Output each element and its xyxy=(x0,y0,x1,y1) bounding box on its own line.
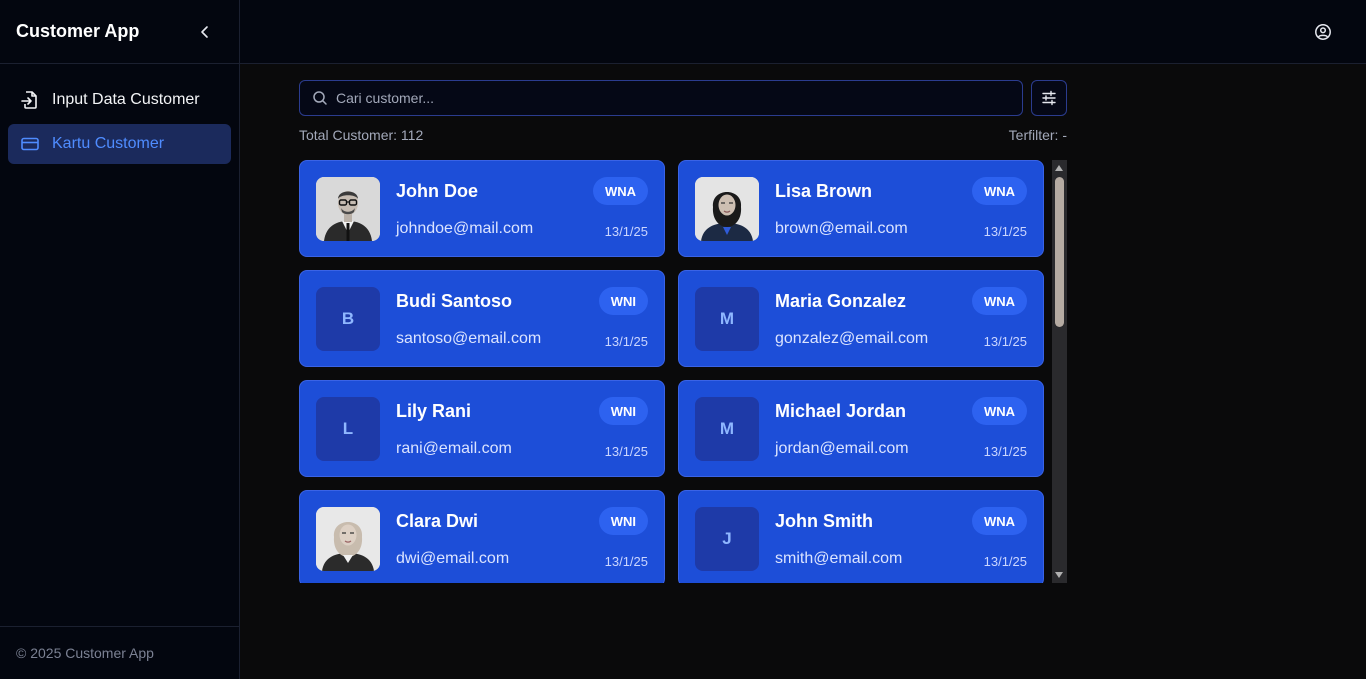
sidebar-item-kartu-customer[interactable]: Kartu Customer xyxy=(8,124,231,164)
chevron-left-icon xyxy=(201,25,208,38)
scroll-down-arrow-icon[interactable] xyxy=(1055,572,1063,578)
filtered-count: Terfilter: - xyxy=(1008,127,1067,143)
customer-name: Maria Gonzalez xyxy=(775,291,907,311)
customer-name: John Doe xyxy=(396,181,479,201)
customer-card[interactable]: Lisa Brown brown@email.com WNA 13/1/25 xyxy=(678,160,1044,257)
citizenship-badge: WNA xyxy=(592,177,648,205)
customer-name: Budi Santoso xyxy=(396,291,512,311)
customer-card[interactable]: M Michael Jordan jordan@email.com WNA 13/1/2… xyxy=(678,380,1044,477)
customer-email: jordan@email.com xyxy=(775,440,909,457)
filter-button[interactable] xyxy=(1031,80,1067,116)
citizenship-badge: WNI xyxy=(598,397,648,425)
citizenship-badge: WNA xyxy=(971,397,1027,425)
sidebar-nav: Input Data Customer Kartu Customer xyxy=(0,64,239,184)
credit-card-icon xyxy=(20,134,40,154)
scrollbar-thumb[interactable] xyxy=(1055,177,1064,327)
sidebar-item-label: Kartu Customer xyxy=(52,135,165,152)
customer-card[interactable]: J John Smith smith@email.com WNA 13/1/25 xyxy=(678,490,1044,583)
customer-card[interactable]: M Maria Gonzalez gonzalez@email.com WNA 13/1… xyxy=(678,270,1044,367)
customer-card[interactable]: John Doe johndoe@mail.com WNA 13/1/25 xyxy=(299,160,665,257)
customer-cards-grid: John Doe johndoe@mail.com WNA 13/1/25 Lisa B… xyxy=(299,160,1045,583)
sidebar-item-label: Input Data Customer xyxy=(52,91,200,108)
sidebar-item-input-data-customer[interactable]: Input Data Customer xyxy=(8,80,231,120)
citizenship-badge: WNA xyxy=(971,507,1027,535)
customer-card[interactable]: Clara Dwi dwi@email.com WNI 13/1/25 xyxy=(299,490,665,583)
customer-email: santoso@email.com xyxy=(396,330,542,347)
file-import-icon xyxy=(20,90,40,110)
avatar: L xyxy=(316,397,380,461)
customer-email: dwi@email.com xyxy=(396,550,510,567)
citizenship-badge: WNI xyxy=(598,507,648,535)
customer-email: gonzalez@email.com xyxy=(775,330,929,347)
search-input[interactable] xyxy=(336,90,1022,106)
customer-card[interactable]: L Lily Rani rani@email.com WNI 13/1/25 xyxy=(299,380,665,477)
customer-date: 13/1/25 xyxy=(983,334,1027,349)
citizenship-badge: WNA xyxy=(971,287,1027,315)
app-title: Customer App xyxy=(16,21,140,41)
customer-email: rani@email.com xyxy=(396,440,512,457)
main-content: Total Customer: 112 Terfilter: - John Do… xyxy=(240,64,1366,679)
customer-name: Clara Dwi xyxy=(396,511,479,531)
customer-date: 13/1/25 xyxy=(983,554,1027,569)
sliders-icon xyxy=(1042,90,1056,106)
customer-name: Michael Jordan xyxy=(775,401,907,421)
avatar: M xyxy=(695,287,759,351)
app-root: Customer App Input Data Customer Kartu C… xyxy=(0,0,1366,679)
topbar xyxy=(240,0,1366,64)
customer-email: brown@email.com xyxy=(775,220,908,237)
avatar xyxy=(316,507,380,571)
customer-date: 13/1/25 xyxy=(604,554,648,569)
customer-date: 13/1/25 xyxy=(983,224,1027,239)
customer-date: 13/1/25 xyxy=(983,444,1027,459)
customer-card[interactable]: B Budi Santoso santoso@email.com WNI 13/1/25 xyxy=(299,270,665,367)
customer-photo xyxy=(695,177,759,241)
search-icon xyxy=(313,91,327,105)
customer-photo xyxy=(316,177,380,241)
customer-photo xyxy=(316,507,380,571)
cards-scrollbar[interactable] xyxy=(1052,160,1067,583)
citizenship-badge: WNI xyxy=(598,287,648,315)
scroll-up-arrow-icon[interactable] xyxy=(1055,165,1063,171)
customer-email: smith@email.com xyxy=(775,550,903,567)
sidebar-footer: © 2025 Customer App xyxy=(0,626,239,679)
sidebar: Customer App Input Data Customer Kartu C… xyxy=(0,0,240,679)
customer-date: 13/1/25 xyxy=(604,444,648,459)
customer-date: 13/1/25 xyxy=(604,224,648,239)
collapse-sidebar-button[interactable] xyxy=(193,20,217,44)
avatar: B xyxy=(316,287,380,351)
customer-name: John Smith xyxy=(775,511,873,531)
citizenship-badge: WNA xyxy=(971,177,1027,205)
customer-email: johndoe@mail.com xyxy=(396,220,534,237)
total-customer-count: Total Customer: 112 xyxy=(299,127,424,143)
sidebar-header: Customer App xyxy=(0,0,239,64)
user-circle-icon xyxy=(1315,24,1331,40)
customer-name: Lily Rani xyxy=(396,401,472,421)
customer-date: 13/1/25 xyxy=(604,334,648,349)
user-menu-button[interactable] xyxy=(1313,22,1333,42)
avatar: J xyxy=(695,507,759,571)
search-box[interactable] xyxy=(299,80,1023,116)
avatar xyxy=(695,177,759,241)
avatar: M xyxy=(695,397,759,461)
avatar xyxy=(316,177,380,241)
customer-cards-list: John Doe johndoe@mail.com WNA 13/1/25 Lisa B… xyxy=(299,160,1045,583)
customer-name: Lisa Brown xyxy=(775,181,873,201)
